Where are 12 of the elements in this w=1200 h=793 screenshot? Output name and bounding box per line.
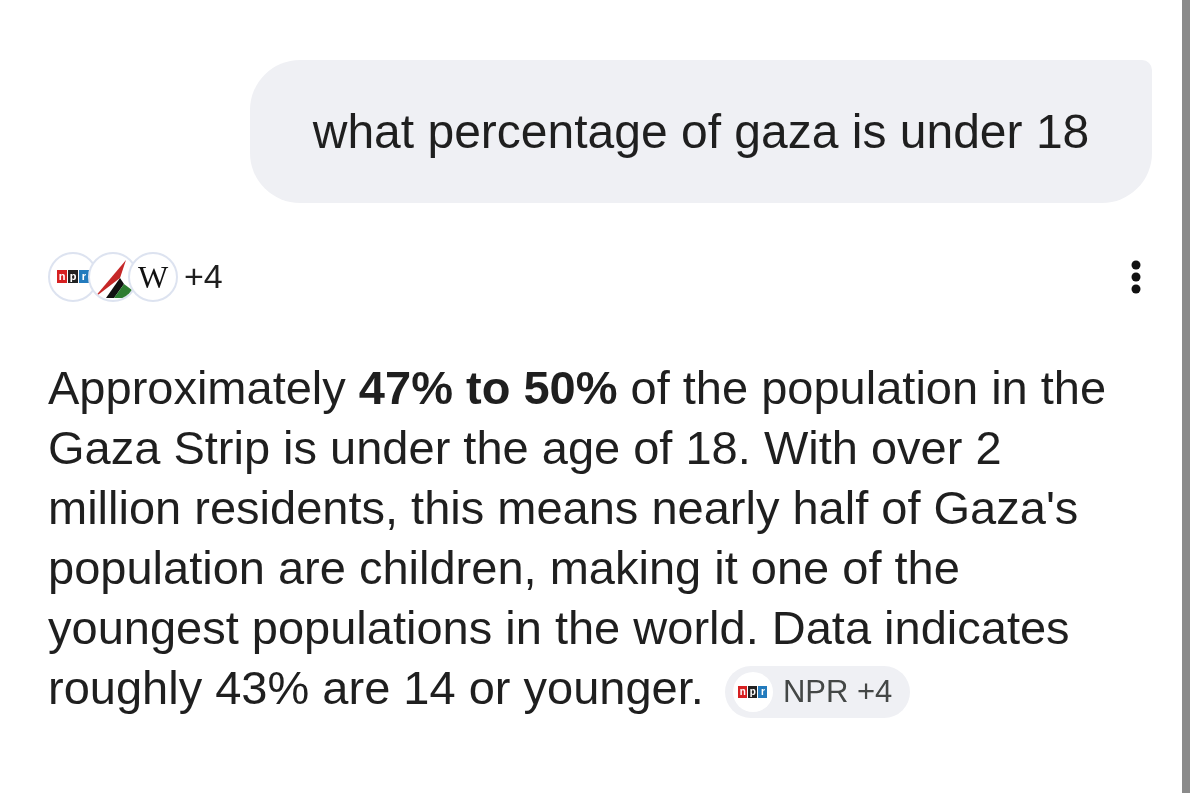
user-message: what percentage of gaza is under 18 bbox=[250, 60, 1152, 203]
answer-paragraph: Approximately 47% to 50% of the population in the Gaza Strip is under the age of 18. With over 2 million residents, this means nearly half of Gaza's population are children, making it one of the youngest populations in the world. Data indicates roughly 43% are 14 or younger. n p r NPR +4 bbox=[48, 358, 1118, 718]
logo-letter: n bbox=[57, 270, 67, 283]
citation-chip[interactable]: n p r NPR +4 bbox=[724, 665, 911, 718]
source-logo: W bbox=[128, 251, 178, 302]
source-count: +4 bbox=[184, 256, 223, 297]
more-options-icon[interactable] bbox=[1130, 259, 1142, 294]
logo-letter: p bbox=[748, 685, 758, 698]
logo-letter: n bbox=[738, 685, 748, 698]
logo-letter: p bbox=[68, 270, 78, 283]
logo-letter: r bbox=[79, 270, 89, 283]
logo-letter: r bbox=[758, 685, 768, 698]
